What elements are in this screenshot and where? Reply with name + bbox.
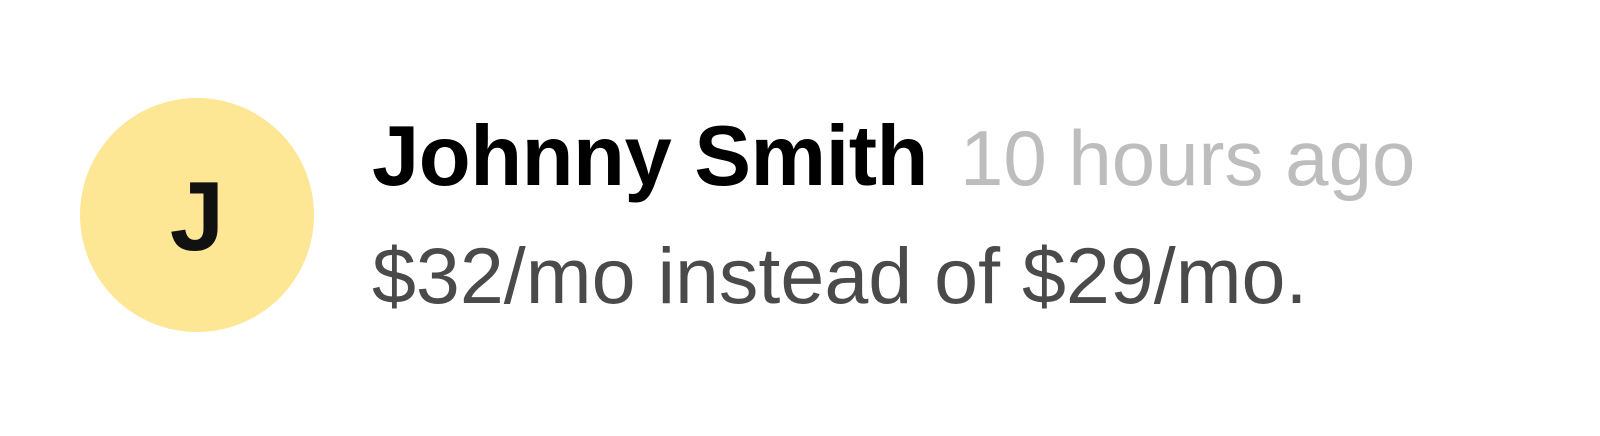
author-name[interactable]: Johnny Smith <box>372 108 928 206</box>
comment-row: J Johnny Smith 10 hours ago $32/mo inste… <box>0 0 1600 436</box>
comment-content: Johnny Smith 10 hours ago $32/mo instead… <box>372 108 1415 322</box>
comment-header: Johnny Smith 10 hours ago <box>372 108 1415 204</box>
comment-message: $32/mo instead of $29/mo. <box>372 231 1308 320</box>
avatar-initial: J <box>169 161 225 271</box>
avatar[interactable]: J <box>80 98 314 332</box>
timestamp: 10 hours ago <box>959 114 1416 202</box>
